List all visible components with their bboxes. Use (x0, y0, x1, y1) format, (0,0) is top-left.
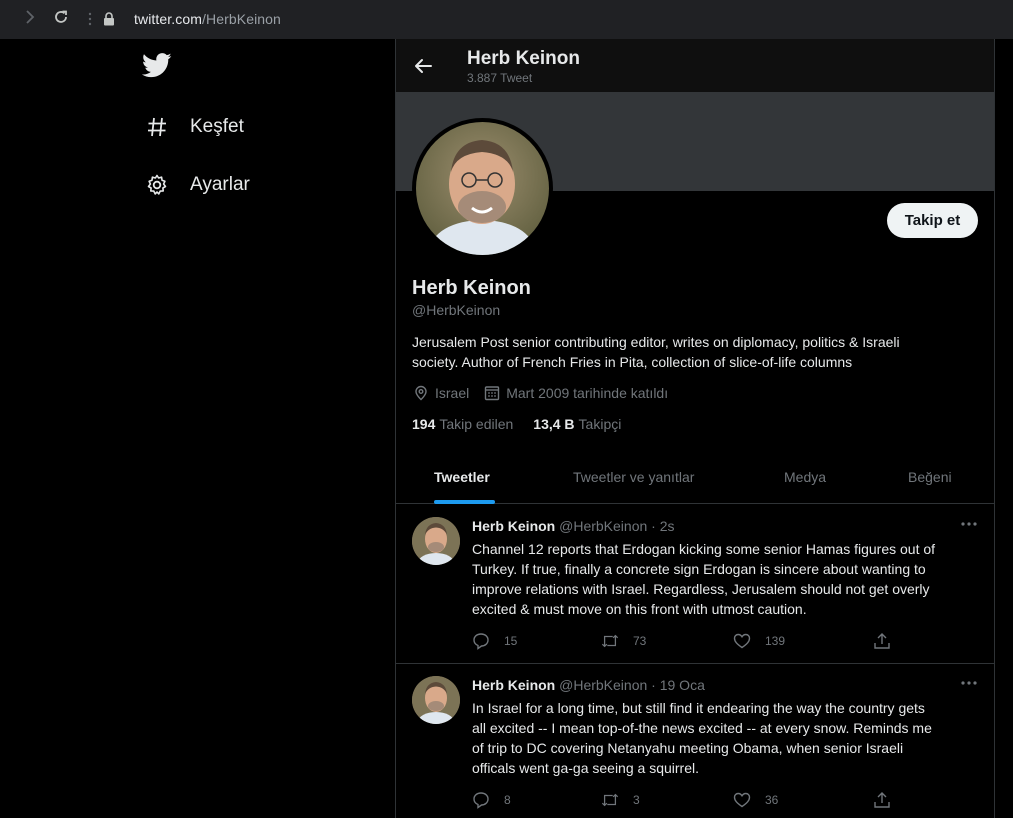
tweet-avatar[interactable] (412, 676, 460, 724)
tab-tweets[interactable]: Tweetler (434, 469, 490, 485)
tweet-line: In Israel for a long time, but still fin… (472, 700, 925, 716)
followers-label: Takipçi (578, 416, 622, 432)
heart-icon (733, 632, 751, 650)
hashtag-icon (144, 114, 170, 140)
tab-likes[interactable]: Beğeni (908, 469, 952, 485)
followers-link[interactable]: 13,4 B Takipçi (533, 416, 621, 432)
location-pin-icon (412, 384, 429, 401)
address-bar[interactable]: twitter.com/HerbKeinon (134, 11, 281, 27)
profile-meta: Israel Mart 2009 tarihinde katıldı (412, 384, 668, 401)
following-link[interactable]: 194 Takip edilen (412, 416, 513, 432)
retweet-button[interactable]: 3 (601, 791, 640, 809)
header-title: Herb Keinon (467, 48, 580, 69)
followers-count: 13,4 B (533, 416, 575, 432)
reply-button[interactable]: 8 (472, 791, 511, 809)
like-count: 139 (765, 634, 786, 648)
profile-tabs: Tweetler Tweetler ve yanıtlar Medya Beğe… (396, 451, 994, 504)
profile-avatar[interactable] (412, 118, 553, 259)
tab-tweets-replies[interactable]: Tweetler ve yanıtlar (573, 469, 694, 485)
tweet-line: all excited -- I mean top-of-the news ex… (472, 720, 932, 736)
tweet-text: Channel 12 reports that Erdogan kicking … (472, 539, 982, 619)
browser-toolbar: twitter.com/HerbKeinon (0, 0, 1013, 39)
tab-media[interactable]: Medya (784, 469, 826, 485)
reply-count: 15 (504, 634, 518, 648)
tweet-line: improve relations with Israel. Regardles… (472, 581, 930, 597)
share-button[interactable] (873, 632, 905, 650)
bio-line: society. Author of French Fries in Pita,… (412, 354, 853, 370)
gear-icon (144, 172, 170, 198)
more-options-button[interactable] (959, 517, 979, 531)
tweet-line: Channel 12 reports that Erdogan kicking … (472, 541, 936, 557)
share-icon (873, 632, 891, 650)
tweet-text: In Israel for a long time, but still fin… (472, 698, 982, 778)
profile-header-bar: Herb Keinon 3.887 Tweet (396, 39, 994, 92)
reply-icon (472, 632, 490, 650)
tweet-header: Herb Keinon @HerbKeinon · 19 Oca (472, 677, 705, 693)
chevron-right-icon (24, 9, 36, 29)
url-path: /HerbKeinon (202, 11, 281, 27)
following-label: Takip edilen (439, 416, 514, 432)
share-button[interactable] (873, 791, 905, 809)
tweet-line: Turkey. If true, finally a concrete sign… (472, 561, 926, 577)
twitter-logo-icon[interactable] (141, 53, 174, 81)
tweet-line: of trip to DC covering Netanyahu meeting… (472, 740, 904, 756)
reply-button[interactable]: 15 (472, 632, 517, 650)
profile-bio: Jerusalem Post senior contributing edito… (412, 332, 982, 372)
heart-icon (733, 791, 751, 809)
retweet-button[interactable]: 73 (601, 632, 646, 650)
sidebar-item-explore[interactable]: Keşfet (144, 112, 244, 142)
tweet-header: Herb Keinon @HerbKeinon · 2s (472, 518, 675, 534)
reload-icon (53, 9, 69, 30)
calendar-icon (483, 384, 500, 401)
like-button[interactable]: 36 (733, 791, 778, 809)
tweet-count: 3.887 Tweet (467, 71, 533, 85)
following-count: 194 (412, 416, 436, 432)
url-host: twitter.com (134, 11, 203, 27)
ellipsis-icon (961, 681, 977, 685)
follow-button[interactable]: Takip et (887, 203, 978, 238)
reload-button[interactable] (51, 9, 71, 29)
sidebar-item-settings[interactable]: Ayarlar (144, 170, 250, 200)
bio-line: Jerusalem Post senior contributing edito… (412, 334, 900, 350)
tweet-handle-time[interactable]: @HerbKeinon · 2s (559, 518, 674, 534)
reply-count: 8 (504, 793, 511, 807)
tweet[interactable]: Herb Keinon @HerbKeinon · 19 Oca In Isra… (396, 664, 994, 818)
tweet-avatar[interactable] (412, 517, 460, 565)
tweet-actions: 15 73 139 (472, 632, 912, 652)
retweet-count: 3 (633, 793, 640, 807)
profile-joined-date: Mart 2009 tarihinde katıldı (506, 384, 669, 401)
tweet-actions: 8 3 36 (472, 791, 912, 811)
tweet-author-name[interactable]: Herb Keinon (472, 518, 555, 534)
lock-icon[interactable] (99, 9, 119, 29)
retweet-icon (601, 791, 619, 809)
tweet[interactable]: Herb Keinon @HerbKeinon · 2s Channel 12 … (396, 505, 994, 664)
profile-location: Israel (435, 384, 470, 401)
back-button[interactable] (411, 54, 435, 78)
tweet-line: officals went ga-ga seeing a squirrel. (472, 760, 699, 776)
left-sidebar: Keşfet Ayarlar (0, 39, 395, 818)
share-icon (873, 791, 891, 809)
forward-button[interactable] (20, 9, 40, 29)
retweet-icon (601, 632, 619, 650)
tweet-author-name[interactable]: Herb Keinon (472, 677, 555, 693)
like-count: 36 (765, 793, 779, 807)
active-tab-indicator (434, 500, 495, 504)
sidebar-item-label: Keşfet (190, 116, 244, 137)
dots-icon (80, 9, 100, 29)
profile-column: Herb Keinon 3.887 Tweet Takip et Herb Ke… (395, 39, 995, 818)
profile-handle: @HerbKeinon (412, 302, 501, 318)
like-button[interactable]: 139 (733, 632, 785, 650)
tweet-handle-time[interactable]: @HerbKeinon · 19 Oca (559, 677, 705, 693)
reply-icon (472, 791, 490, 809)
profile-name: Herb Keinon (412, 277, 531, 299)
ellipsis-icon (961, 522, 977, 526)
more-options-button[interactable] (959, 676, 979, 690)
sidebar-item-label: Ayarlar (190, 174, 250, 195)
retweet-count: 73 (633, 634, 647, 648)
arrow-left-icon (415, 59, 432, 73)
tweet-line: excited & must move on this front with u… (472, 601, 807, 617)
follow-stats: 194 Takip edilen 13,4 B Takipçi (412, 416, 621, 432)
